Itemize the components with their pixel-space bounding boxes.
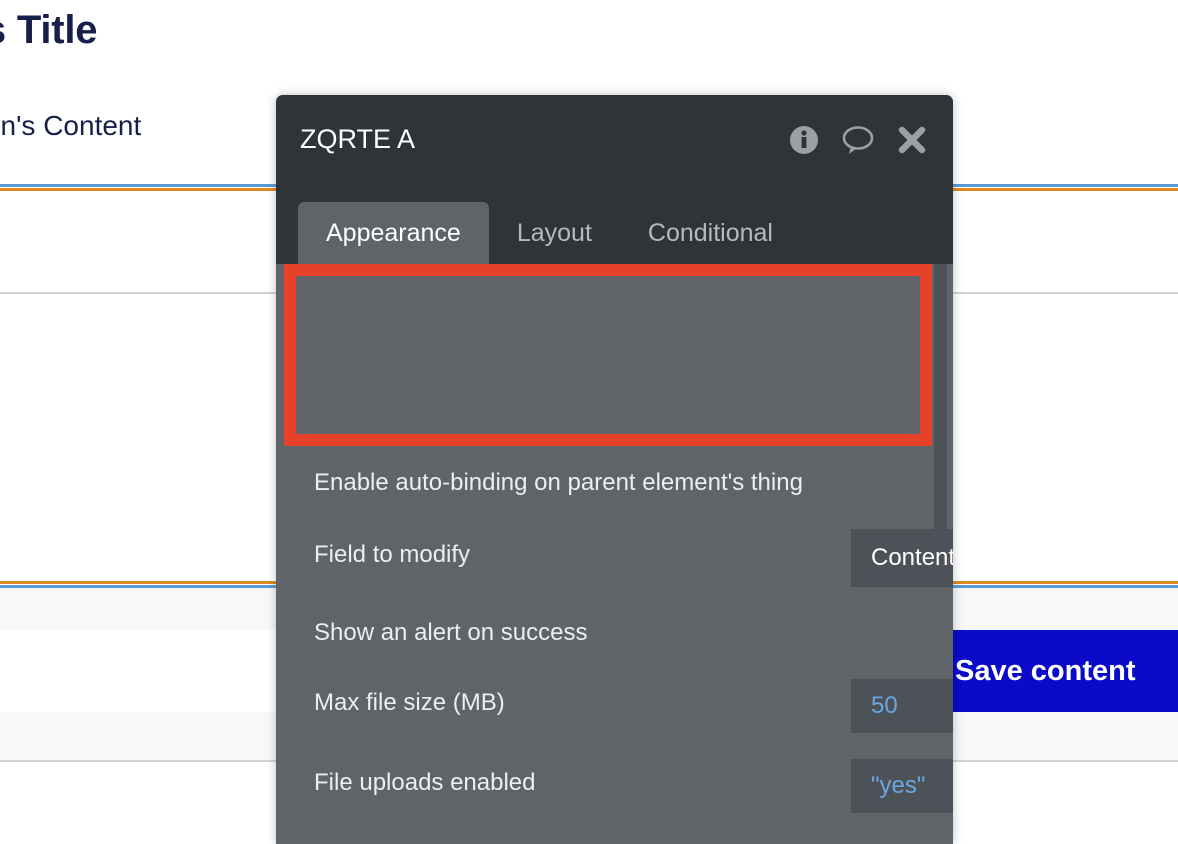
- row-alert-on-success: Show an alert on success: [276, 619, 953, 647]
- dialog-header: ZQRTE A: [276, 95, 953, 184]
- page-title: ction's Title: [0, 8, 98, 52]
- tab-layout[interactable]: Layout: [489, 202, 620, 264]
- page-subtitle: p's Section's Content: [0, 110, 142, 141]
- tab-conditional[interactable]: Conditional: [620, 202, 801, 264]
- field-to-modify-label: Field to modify: [314, 541, 471, 568]
- dialog-scrollbar-thumb[interactable]: [934, 264, 947, 529]
- row-auto-binding: Enable auto-binding on parent element's …: [276, 469, 953, 497]
- close-icon[interactable]: [897, 125, 927, 155]
- max-file-size-label: Max file size (MB): [314, 689, 505, 716]
- max-file-size-value: 50: [871, 692, 898, 719]
- dialog-header-actions: [789, 125, 927, 155]
- dialog-scrollbar-track[interactable]: [934, 264, 950, 844]
- file-uploads-label: File uploads enabled: [314, 769, 536, 796]
- info-icon[interactable]: [789, 125, 819, 155]
- element-properties-dialog: ZQRTE A Appearance Layout Conditional En…: [276, 95, 953, 844]
- comment-icon[interactable]: [841, 125, 875, 155]
- dialog-tabs: Appearance Layout Conditional: [276, 184, 953, 264]
- page-root: ction's Title p's Section's Content Save…: [0, 0, 1178, 844]
- tab-appearance[interactable]: Appearance: [298, 202, 489, 264]
- auto-binding-label: Enable auto-binding on parent element's …: [314, 469, 803, 496]
- save-content-button[interactable]: Save content: [951, 630, 1178, 712]
- dialog-body: Enable auto-binding on parent element's …: [276, 264, 953, 844]
- dialog-title: ZQRTE A: [300, 124, 416, 154]
- file-uploads-value: "yes": [871, 772, 926, 799]
- alert-on-success-label: Show an alert on success: [314, 619, 588, 646]
- highlight-annotation: [284, 264, 932, 446]
